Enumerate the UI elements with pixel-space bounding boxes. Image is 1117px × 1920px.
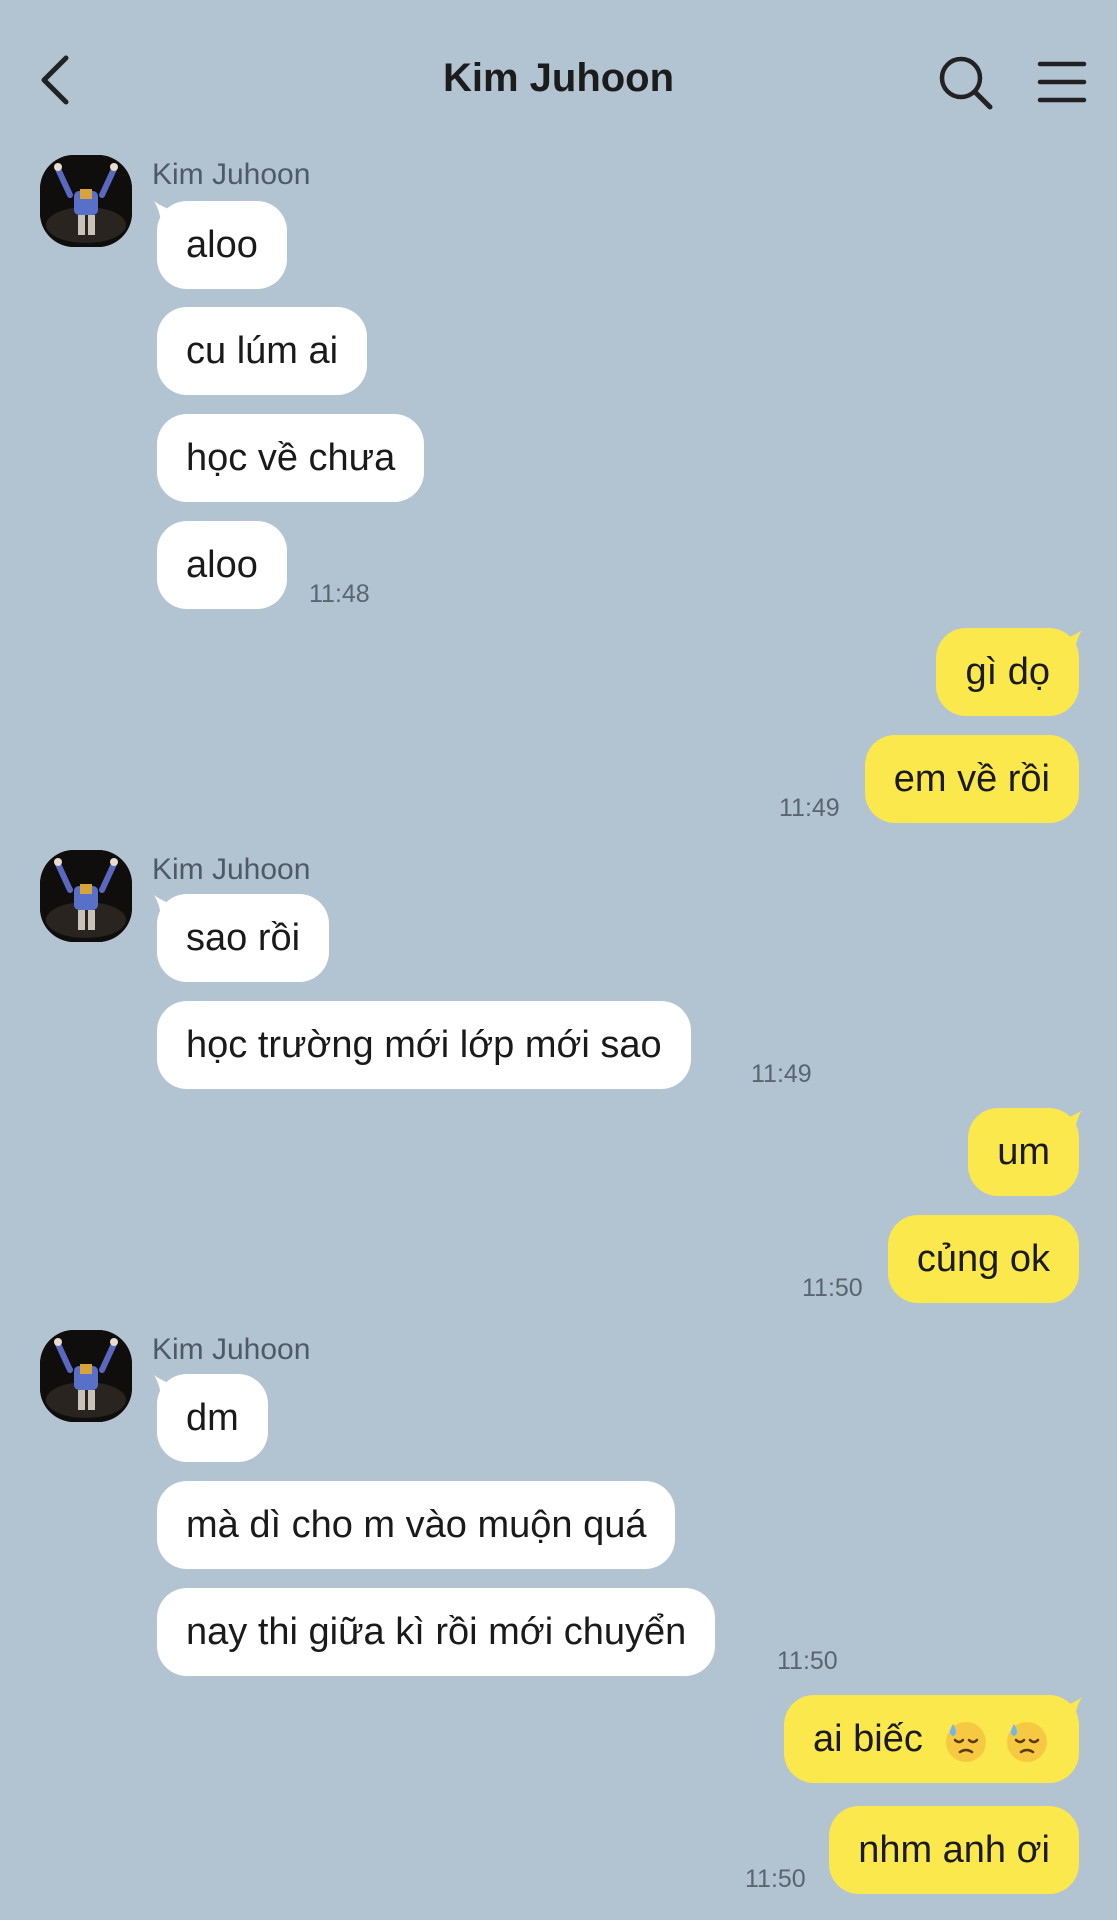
- message-time: 11:49: [779, 794, 840, 822]
- message-bubble[interactable]: sao rồi: [157, 894, 330, 982]
- message-time: 11:49: [751, 1060, 812, 1088]
- message-time: 11:48: [309, 580, 370, 608]
- sender-name: Kim Juhoon: [152, 853, 311, 886]
- sender-name: Kim Juhoon: [152, 1333, 311, 1366]
- message-bubble[interactable]: nay thi giữa kì rồi mới chuyển: [157, 1588, 716, 1676]
- message-bubble[interactable]: củng ok: [887, 1215, 1079, 1303]
- downcast-face-with-sweat-icon: [1007, 1721, 1047, 1762]
- message-bubble[interactable]: em về rồi: [864, 735, 1079, 823]
- sender-name: Kim Juhoon: [152, 158, 311, 191]
- message-bubble[interactable]: học trường mới lớp mới sao: [157, 1001, 691, 1089]
- message-bubble[interactable]: dm: [157, 1374, 268, 1462]
- message-bubble[interactable]: aloo: [157, 201, 287, 289]
- profile-photo-icon: [40, 155, 132, 247]
- message-bubble[interactable]: mà dì cho m vào muộn quá: [157, 1481, 676, 1569]
- search-button[interactable]: [935, 52, 995, 112]
- message-text: ai biếc: [813, 1718, 923, 1760]
- downcast-face-with-sweat-icon: [946, 1721, 987, 1762]
- hamburger-menu-icon: [1037, 61, 1087, 103]
- menu-button[interactable]: [1032, 52, 1092, 112]
- message-bubble[interactable]: aloo: [157, 521, 287, 609]
- message-bubble[interactable]: học về chưa: [157, 414, 425, 502]
- message-bubble[interactable]: um: [968, 1108, 1079, 1196]
- chat-header: Kim Juhoon: [0, 0, 1117, 160]
- avatar[interactable]: [40, 155, 132, 247]
- message-time: 11:50: [777, 1647, 838, 1675]
- search-icon: [939, 56, 993, 110]
- message-time: 11:50: [745, 1865, 806, 1893]
- message-bubble[interactable]: cu lúm ai: [157, 307, 368, 395]
- avatar[interactable]: [40, 1330, 132, 1422]
- profile-photo-icon: [40, 850, 132, 942]
- message-time: 11:50: [802, 1274, 863, 1302]
- message-bubble[interactable]: gì dọ: [936, 628, 1079, 716]
- message-bubble[interactable]: ai biếc: [784, 1695, 1079, 1783]
- avatar[interactable]: [40, 850, 132, 942]
- message-bubble[interactable]: nhm anh ơi: [829, 1806, 1079, 1894]
- profile-photo-icon: [40, 1330, 132, 1422]
